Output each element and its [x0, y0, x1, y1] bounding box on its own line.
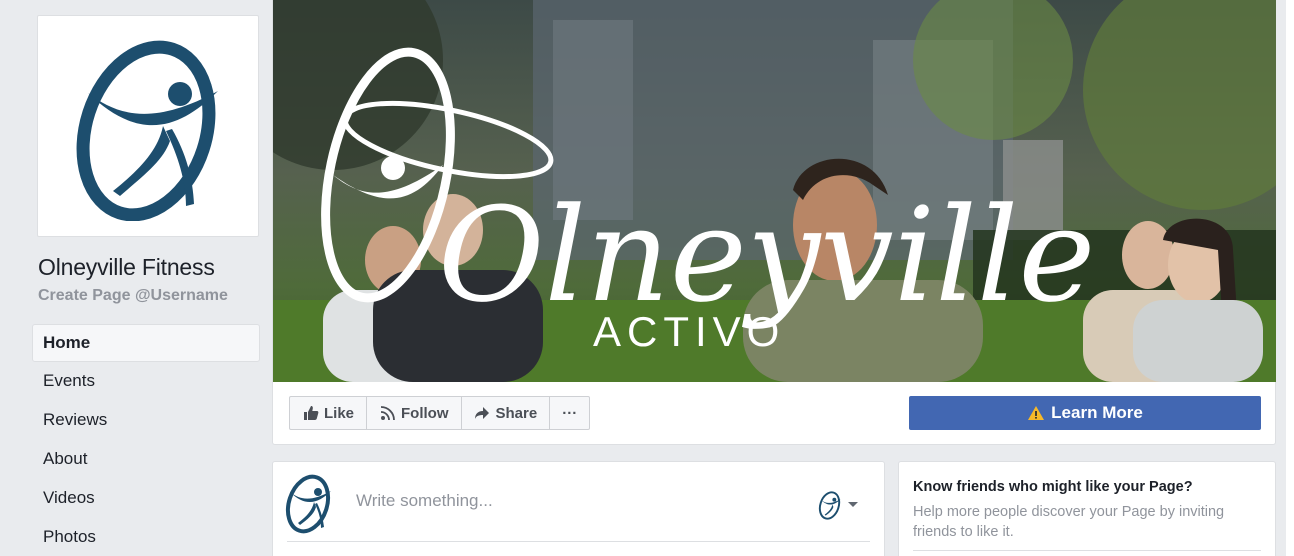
follow-button[interactable]: Follow — [366, 396, 462, 430]
invite-title: Know friends who might like your Page? — [913, 479, 1193, 495]
like-label: Like — [324, 404, 355, 422]
composer-avatar — [280, 471, 338, 535]
logo-icon — [285, 474, 331, 534]
invite-friends-card: Know friends who might like your Page? H… — [898, 461, 1276, 556]
more-button[interactable]: ··· — [549, 396, 591, 430]
create-username-link[interactable]: Create Page @Username — [38, 287, 228, 305]
cover-card: Olneyville ACTIVO Like Follow Share ··· — [272, 0, 1276, 445]
logo-subtitle: ACTIVO — [593, 308, 785, 355]
logo-icon — [818, 491, 841, 520]
nav-item-home[interactable]: Home — [32, 324, 260, 362]
page-nav: Home Events Reviews About Videos Photos — [32, 324, 260, 556]
nav-item-about[interactable]: About — [32, 440, 260, 479]
cover-photo[interactable]: Olneyville ACTIVO — [273, 0, 1276, 382]
more-icon: ··· — [562, 404, 578, 422]
share-button[interactable]: Share — [460, 396, 551, 430]
follow-icon — [379, 405, 396, 422]
share-icon — [474, 405, 491, 422]
profile-picture[interactable] — [37, 15, 259, 237]
nav-item-events[interactable]: Events — [32, 362, 260, 401]
follow-label: Follow — [401, 404, 449, 422]
logo-icon — [76, 40, 218, 221]
nav-item-videos[interactable]: Videos — [32, 479, 260, 518]
cover-scene: Olneyville ACTIVO — [273, 0, 1276, 382]
like-button[interactable]: Like — [289, 396, 368, 430]
nav-item-photos[interactable]: Photos — [32, 518, 260, 556]
left-column: Olneyville Fitness Create Page @Username… — [0, 0, 272, 556]
share-label: Share — [495, 404, 538, 422]
invite-description: Help more people discover your Page by i… — [913, 504, 1225, 540]
learn-more-button[interactable]: Learn More — [909, 396, 1261, 430]
post-as-selector[interactable] — [816, 489, 859, 521]
warning-icon — [1027, 405, 1045, 421]
invite-divider — [913, 550, 1261, 551]
nav-item-reviews[interactable]: Reviews — [32, 401, 260, 440]
learn-more-label: Learn More — [1051, 403, 1143, 422]
composer-input[interactable]: Write something... — [356, 491, 493, 511]
page-title: Olneyville Fitness — [38, 254, 215, 280]
right-gutter — [1286, 0, 1294, 556]
like-icon — [302, 405, 319, 422]
page-actions: Like Follow Share ··· — [289, 396, 591, 430]
dropdown-icon — [848, 502, 858, 507]
composer-divider — [287, 541, 870, 542]
post-composer: Write something... — [272, 461, 885, 556]
